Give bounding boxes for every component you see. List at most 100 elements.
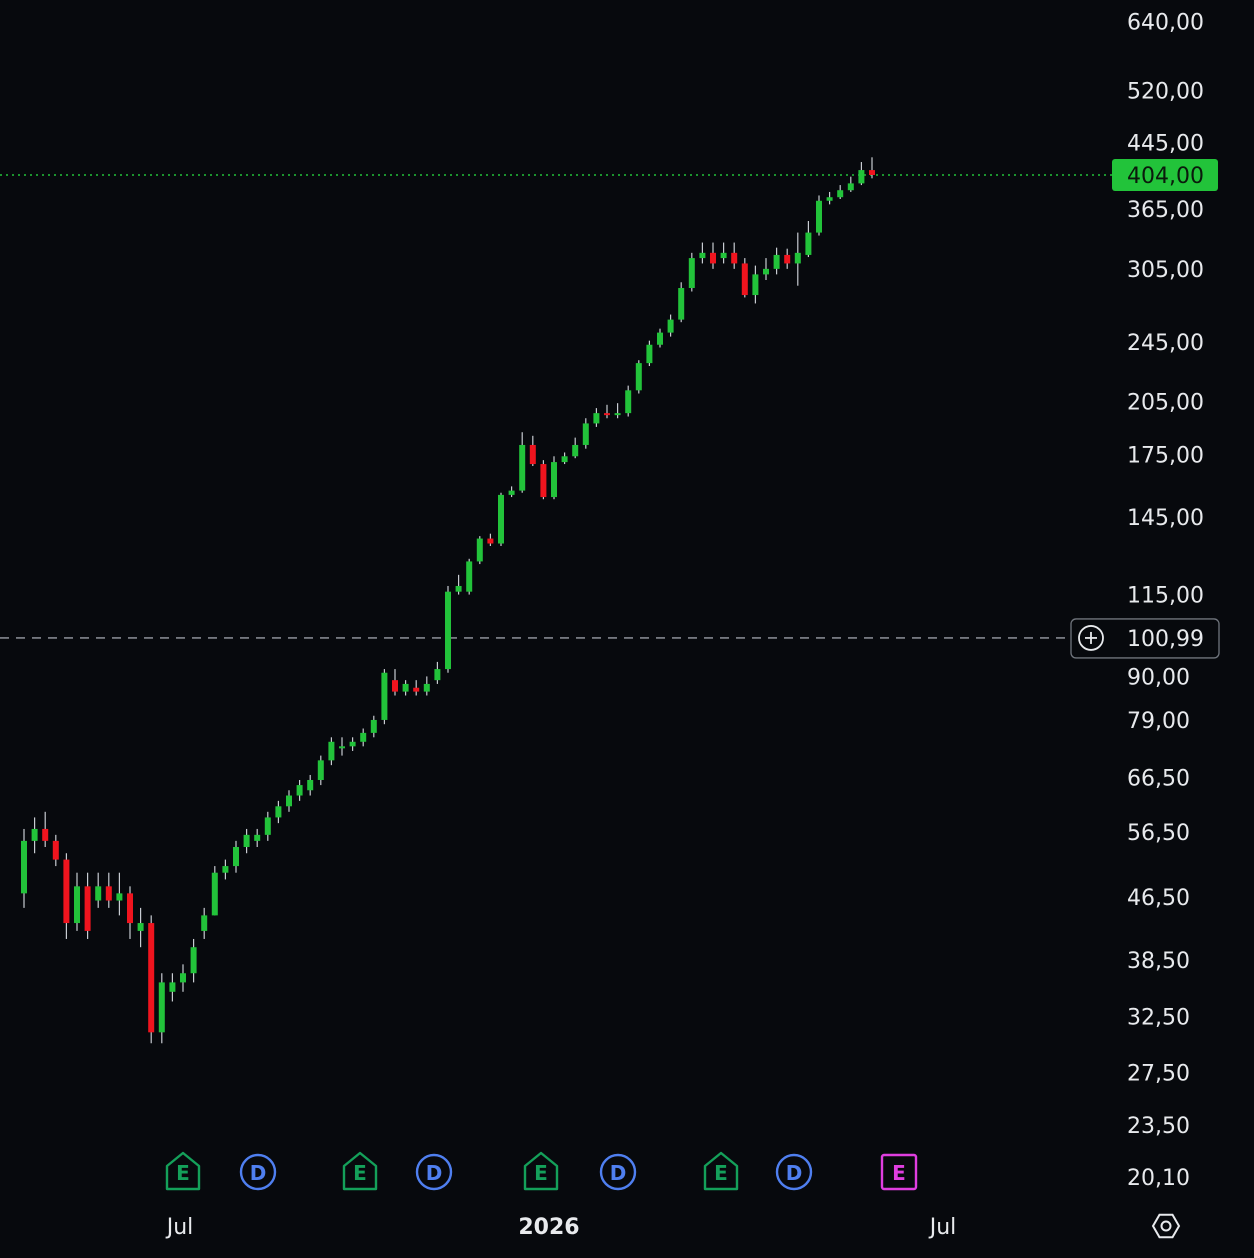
candle-body (211, 872, 218, 916)
candle[interactable] (551, 456, 557, 500)
candle-body (95, 886, 102, 901)
candle-body (190, 947, 197, 974)
candle-body (816, 200, 822, 233)
candle-body (21, 840, 27, 894)
candle-body (646, 344, 653, 364)
candle-body (296, 785, 303, 796)
candle[interactable] (476, 536, 483, 565)
candle[interactable] (498, 492, 504, 547)
candle-body (551, 462, 557, 498)
candle-body (582, 423, 589, 445)
candle-body (423, 683, 430, 692)
stock-chart[interactable]: 640,00 520,00 445,00 365,00 305,00 245,00 205,… (0, 0, 1254, 1254)
candle-body (349, 741, 356, 747)
price-axis-label: 56,50 (1127, 821, 1190, 846)
candle-body (233, 846, 239, 867)
candle-body (710, 252, 716, 264)
last-price-text: 404,00 (1127, 164, 1204, 189)
candle-body (286, 795, 292, 807)
candle[interactable] (816, 195, 822, 236)
price-axis-label: 245,00 (1127, 331, 1204, 356)
candle-body (794, 252, 801, 264)
candle-body (445, 591, 451, 670)
price-axis-label: 115,00 (1127, 584, 1204, 609)
price-axis-label: 38,50 (1127, 949, 1190, 974)
candle[interactable] (678, 282, 685, 323)
candle[interactable] (688, 252, 695, 292)
candle-body (635, 363, 642, 391)
candle-body (858, 170, 865, 184)
candle[interactable] (466, 558, 473, 595)
event-letter: E (353, 1161, 367, 1185)
candle-body (328, 741, 335, 761)
price-axis-label: 305,00 (1127, 258, 1204, 283)
candle-body (667, 319, 674, 333)
candle-body (699, 252, 706, 259)
candle-body (84, 886, 91, 931)
candle-body (434, 669, 441, 681)
candle-body (614, 413, 621, 416)
candle-body (339, 746, 345, 749)
candle-body (307, 779, 314, 791)
candle-body (222, 866, 229, 873)
price-axis-label: 32,50 (1127, 1006, 1190, 1031)
candle[interactable] (741, 258, 748, 298)
last-price-tag: 404,00 (1112, 159, 1218, 191)
candle-body (392, 680, 398, 692)
candle-body (752, 274, 759, 296)
crosshair-price-label[interactable]: 100,99 (1070, 618, 1220, 659)
candle[interactable] (540, 460, 547, 500)
candle-body (148, 923, 155, 1033)
candle-body (604, 413, 610, 416)
price-axis-label: 640,00 (1127, 10, 1204, 35)
candle-body (402, 683, 409, 692)
candle-body (487, 538, 494, 544)
candle-body (731, 252, 738, 264)
candle[interactable] (148, 915, 155, 1044)
event-letter: D (426, 1161, 443, 1185)
candle-body (264, 817, 271, 835)
candle-body (572, 444, 579, 457)
candle-body (381, 672, 388, 720)
event-letter: E (534, 1161, 548, 1185)
candle-body (498, 494, 504, 544)
time-axis-label: Jul (165, 1215, 194, 1240)
event-letter: E (176, 1161, 190, 1185)
candle-body (42, 828, 49, 841)
candle[interactable] (635, 360, 642, 394)
candle-body (529, 444, 536, 465)
candle-body (508, 490, 515, 495)
candle-body (254, 834, 261, 841)
price-axis-label: 23,50 (1127, 1114, 1190, 1139)
price-axis-label: 175,00 (1127, 443, 1204, 468)
candle[interactable] (211, 866, 218, 916)
candle-body (455, 585, 462, 592)
candle-body (561, 456, 568, 463)
candle-body (837, 190, 844, 198)
candle[interactable] (381, 669, 388, 725)
candle-body (540, 464, 547, 498)
price-axis-label: 46,50 (1127, 886, 1190, 911)
price-axis-label: 90,00 (1127, 665, 1190, 690)
candle-body (476, 538, 483, 562)
candle-body (317, 760, 324, 780)
candle-body (741, 263, 748, 296)
candle-body (158, 982, 165, 1033)
candle-body (773, 254, 780, 269)
event-letter: E (892, 1161, 906, 1185)
event-letter: D (610, 1161, 627, 1185)
candle-body (360, 732, 367, 742)
candle-body (847, 183, 854, 191)
candle-body (413, 687, 420, 692)
price-axis-label: 20,10 (1127, 1166, 1190, 1191)
candle-body (678, 288, 685, 320)
candle-body (593, 413, 600, 424)
candle-body (180, 973, 186, 983)
candle-body (688, 258, 695, 289)
price-axis-label: 365,00 (1127, 198, 1204, 223)
candle[interactable] (445, 585, 451, 673)
chart-canvas[interactable]: 640,00 520,00 445,00 365,00 305,00 245,00 205,… (0, 0, 1254, 1254)
price-axis-label: 66,50 (1127, 766, 1190, 791)
price-axis-label: 27,50 (1127, 1061, 1190, 1086)
candle-body (169, 982, 176, 992)
